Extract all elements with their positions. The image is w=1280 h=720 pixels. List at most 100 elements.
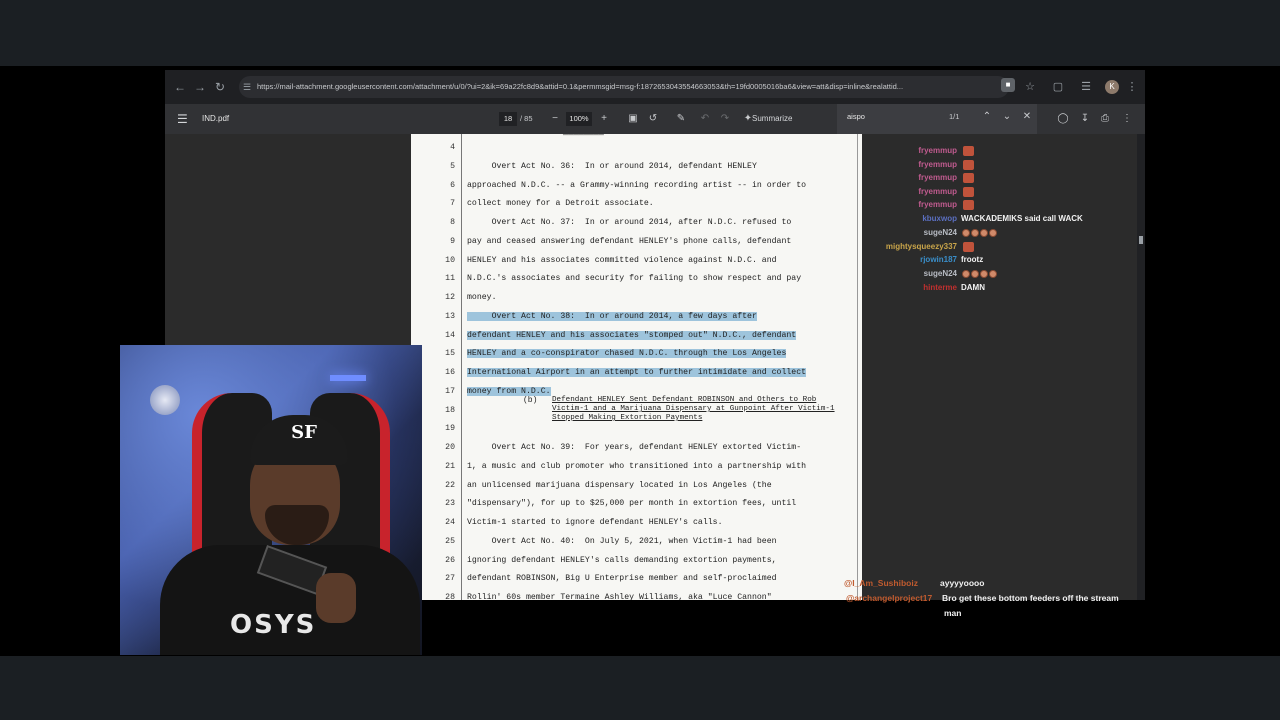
line-number: 18 — [445, 405, 455, 415]
line-number: 11 — [445, 274, 455, 284]
profile-avatar[interactable]: K — [1105, 80, 1119, 94]
zoom-level-input[interactable]: 100% — [566, 112, 592, 126]
line-text-span: Victim-1 started to ignore defendant HEN… — [467, 518, 723, 527]
overlay-chat-text: man — [944, 608, 962, 618]
pdf-line: 14 defendant HENLEY and his associates "s… — [411, 328, 862, 344]
reload-icon[interactable]: ↻ — [211, 78, 229, 96]
line-text-span: Overt Act No. 37: In or around 2014, aft… — [467, 218, 792, 227]
line-number: 7 — [450, 199, 455, 209]
chat-message-body — [961, 269, 997, 282]
pdf-line: 23 "dispensary"), for up to $25,000 per m… — [411, 496, 862, 512]
emote-icon — [963, 187, 974, 197]
undo-icon[interactable]: ↶ — [697, 111, 713, 127]
chat-username[interactable]: fryemmup — [918, 200, 957, 209]
chat-username[interactable]: sugeN24 — [924, 269, 957, 278]
pdf-line: 9 pay and ceased answering defendant HENL… — [411, 234, 862, 250]
pdf-page[interactable]: ———————— 45 Overt Act No. 36: In or arou… — [411, 134, 862, 600]
emote-icon — [963, 242, 974, 252]
print-icon[interactable]: ⎙ — [1097, 111, 1113, 127]
chat-message: fryemmup — [918, 200, 957, 213]
led-light — [330, 375, 366, 381]
pdf-line: 21 1, a music and club promoter who trans… — [411, 459, 862, 475]
chat-message: mightysqueezy337 — [886, 242, 957, 255]
find-next-icon[interactable]: ⌄ — [999, 109, 1015, 125]
line-text-span: Rollin' 60s member Termaine Ashley Willi… — [467, 593, 772, 600]
chat-username[interactable]: hinterme — [923, 283, 957, 292]
line-text-span: Overt Act No. 38: In or around 2014, a f… — [467, 311, 757, 321]
pdf-line: 13 Overt Act No. 38: In or around 2014, … — [411, 309, 862, 325]
line-text: N.D.C.'s associates and security for fai… — [467, 271, 857, 287]
line-text: HENLEY and a co-conspirator chased N.D.C… — [467, 346, 857, 362]
line-text-span: money. — [467, 293, 497, 302]
find-input[interactable]: aispo — [847, 104, 865, 130]
pdf-line: 24 Victim-1 started to ignore defendant H… — [411, 515, 862, 531]
tab-search-icon[interactable]: ▢ — [1049, 78, 1067, 96]
browser-menu-icon[interactable]: ⋮ — [1123, 78, 1141, 96]
line-number: 20 — [445, 443, 455, 452]
overlay-chat-message: man — [944, 608, 961, 618]
rotate-icon[interactable]: ↺ — [645, 111, 661, 127]
line-number: 15 — [445, 349, 455, 359]
pdf-line: 20 Overt Act No. 39: For years, defendan… — [411, 440, 862, 456]
pdf-line: 4 — [411, 140, 862, 156]
chat-username[interactable]: fryemmup — [918, 146, 957, 155]
line-number: 9 — [450, 236, 455, 246]
extension-icon[interactable]: ■ — [1001, 78, 1015, 92]
line-text: Overt Act No. 38: In or around 2014, a f… — [467, 309, 857, 325]
site-info-icon[interactable]: ☰ — [243, 81, 253, 93]
page-total: / 85 — [520, 114, 533, 123]
url-field[interactable]: ☰ https://mail-attachment.googleusercont… — [239, 76, 1009, 98]
chat-message: sugeN24 — [924, 228, 957, 241]
shirt-graphic: OSYS — [230, 610, 317, 640]
page-number-input[interactable]: 18 — [499, 112, 517, 126]
chat-username[interactable]: fryemmup — [918, 160, 957, 169]
cast-icon[interactable]: ☰ — [1077, 78, 1095, 96]
scrollbar[interactable] — [1137, 134, 1145, 600]
chat-username[interactable]: rjowin187 — [920, 255, 957, 264]
emote-icon — [971, 228, 979, 237]
pdf-more-icon[interactable]: ⋮ — [1119, 111, 1135, 127]
line-text-span: pay and ceased answering defendant HENLE… — [467, 236, 792, 246]
forward-icon[interactable]: → — [191, 78, 209, 96]
redo-icon[interactable]: ↷ — [717, 111, 733, 127]
emote-icon — [963, 160, 974, 170]
chat-username[interactable]: fryemmup — [918, 187, 957, 196]
fit-page-icon[interactable]: ▣ — [625, 111, 641, 127]
download-icon[interactable]: ↧ — [1077, 111, 1093, 127]
overlay-chat-text: Bro get these bottom feeders off the str… — [942, 593, 1119, 603]
chat-username[interactable]: kbuxwop — [922, 214, 957, 223]
pdf-line: 11 N.D.C.'s associates and security for f… — [411, 271, 862, 287]
subheading-marker: (b) — [523, 396, 538, 405]
overlay-chat-message: @I_Am_Sushiboiz ayyyyoooo — [844, 578, 984, 588]
line-text-span: 1, a music and club promoter who transit… — [467, 461, 807, 471]
line-text: International Airport in an attempt to f… — [467, 365, 857, 381]
pdf-line: 6 approached N.D.C. -- a Grammy-winning r… — [411, 178, 862, 194]
chat-username[interactable]: fryemmup — [918, 173, 957, 182]
chat-username[interactable]: sugeN24 — [924, 228, 957, 237]
back-icon[interactable]: ← — [171, 78, 189, 96]
bookmark-star-icon[interactable]: ☆ — [1021, 78, 1039, 96]
chat-text: DAMN — [961, 283, 985, 292]
annotate-icon[interactable]: ✎ — [673, 111, 689, 127]
chat-message: fryemmup — [918, 173, 957, 186]
zoom-out-icon[interactable]: − — [547, 111, 563, 127]
summarize-button[interactable]: Summarize — [752, 104, 792, 134]
pdf-line: 28 Rollin' 60s member Termaine Ashley Wil… — [411, 590, 862, 600]
hamburger-menu-icon[interactable]: ☰ — [177, 110, 191, 128]
scrollbar-thumb[interactable] — [1139, 236, 1143, 244]
chat-message-body: frootz — [961, 255, 983, 268]
chat-username[interactable]: mightysqueezy337 — [886, 242, 957, 251]
chat-message: kbuxwop — [922, 214, 957, 227]
zoom-in-icon[interactable]: + — [596, 111, 612, 127]
find-close-icon[interactable]: ✕ — [1019, 109, 1035, 125]
annotation-mode-icon[interactable]: ◯ — [1055, 111, 1071, 127]
line-number: 12 — [445, 293, 455, 302]
find-previous-icon[interactable]: ⌃ — [979, 109, 995, 125]
line-number: 28 — [445, 593, 455, 600]
chat-message: fryemmup — [918, 160, 957, 173]
lamp — [150, 385, 180, 415]
line-text-span: ignoring defendant HENLEY's calls demand… — [467, 555, 777, 565]
url-text: https://mail-attachment.googleuserconten… — [257, 82, 904, 91]
chat-text: frootz — [961, 255, 984, 264]
emote-icon — [963, 173, 974, 183]
